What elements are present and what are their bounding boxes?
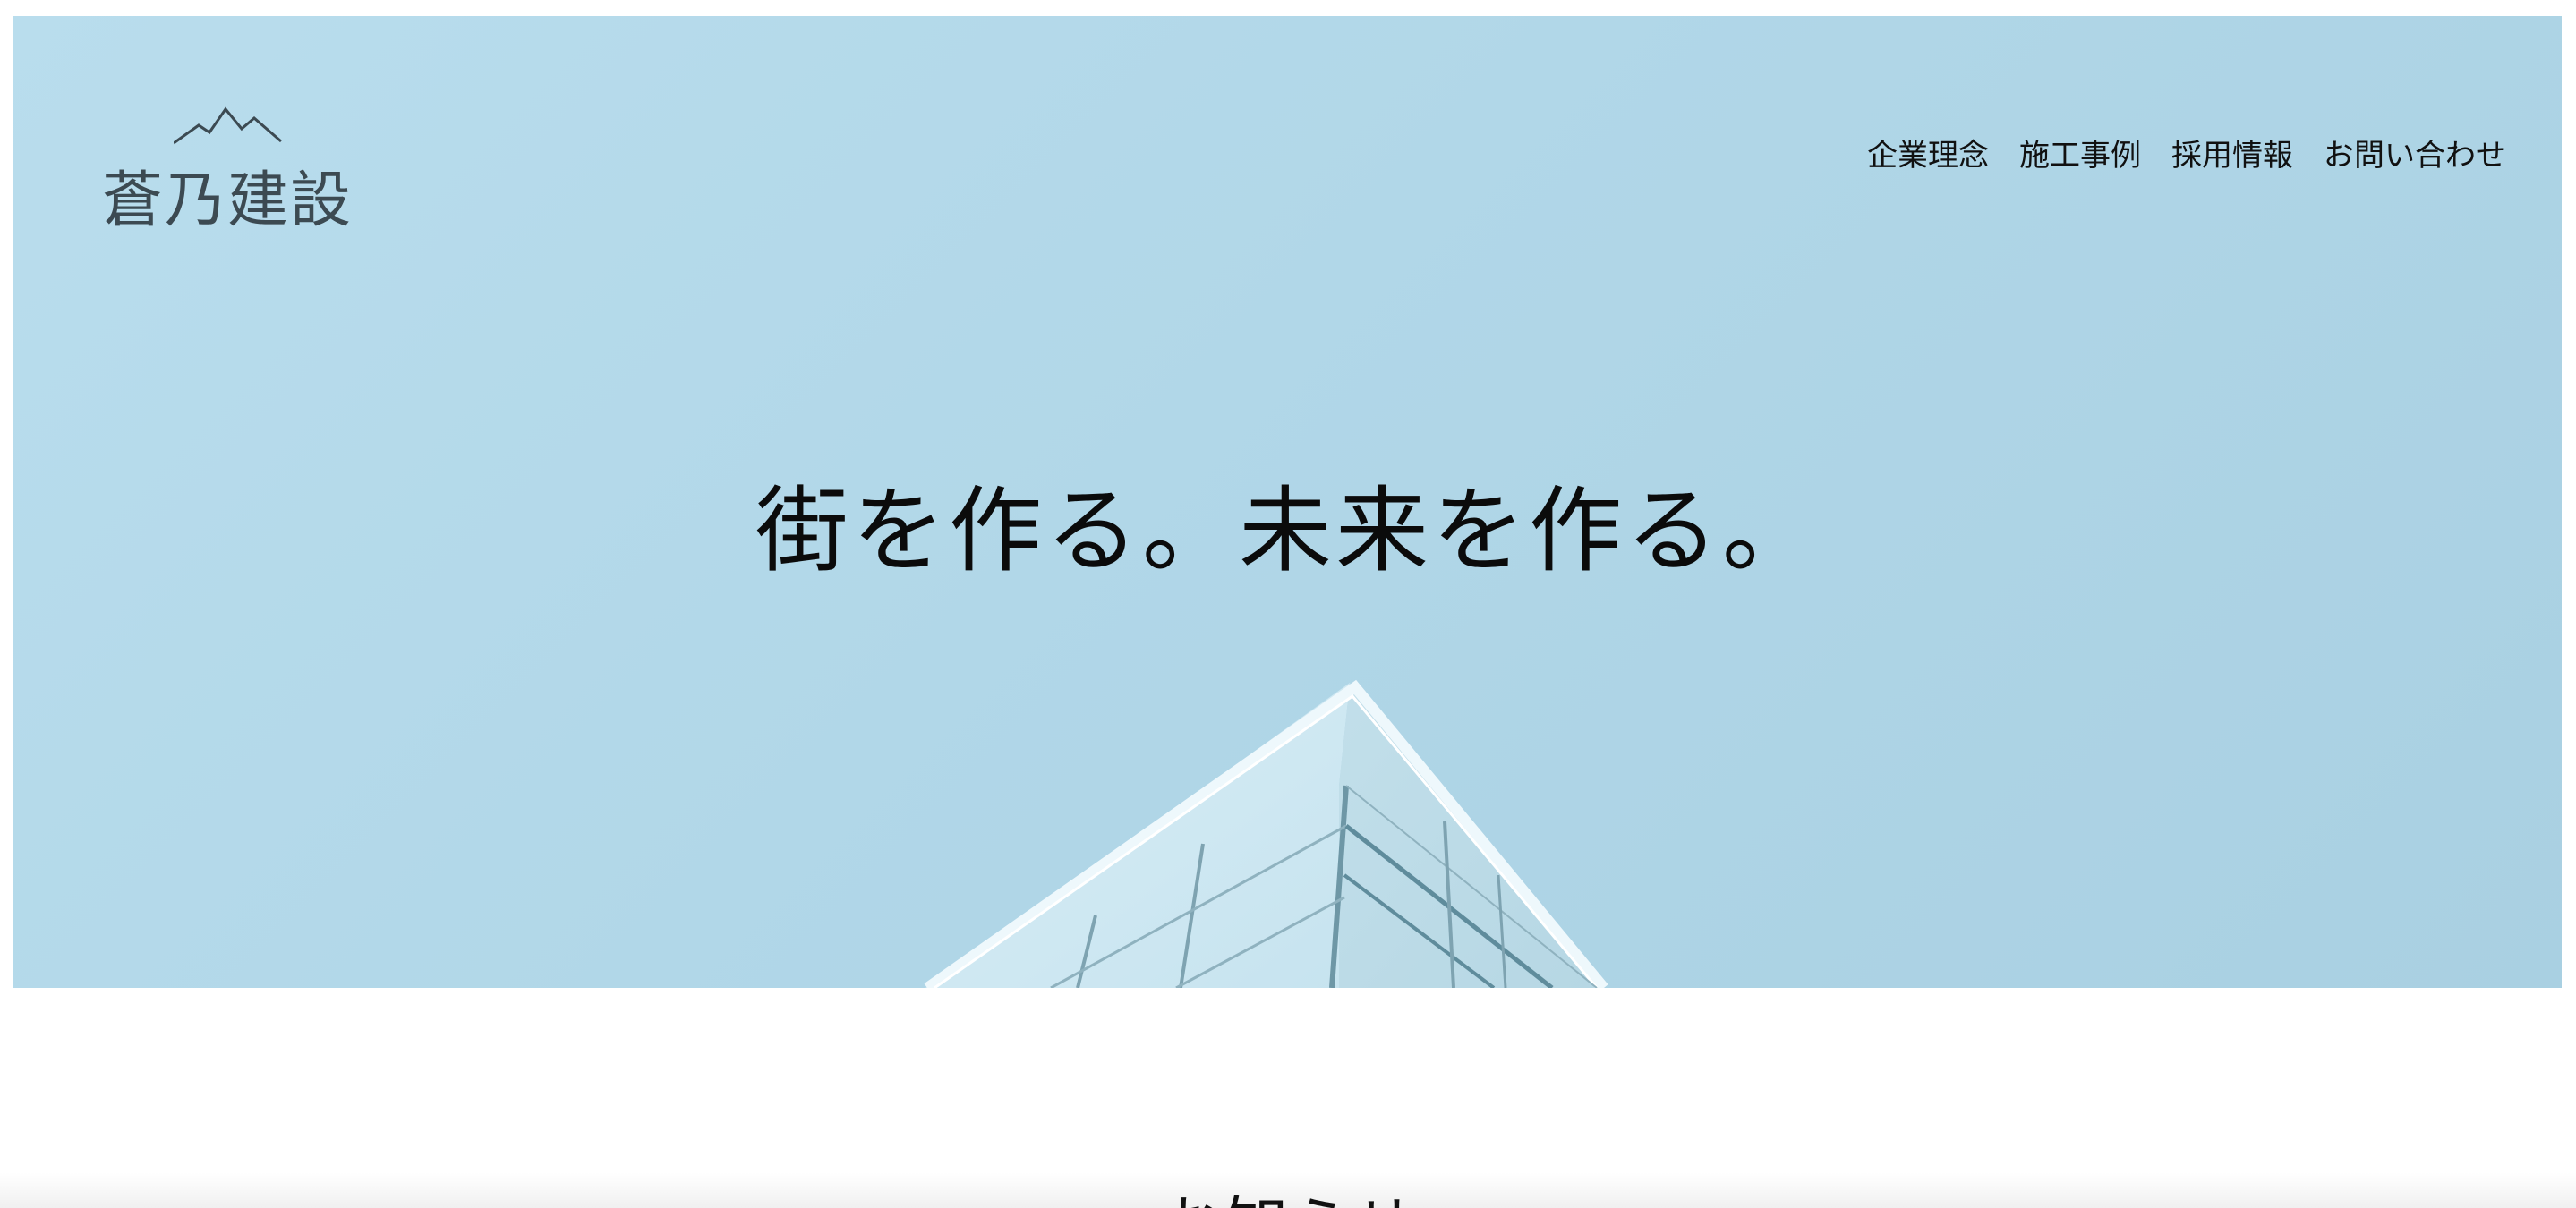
nav-item-philosophy[interactable]: 企業理念 [1867,131,1989,174]
page: 蒼乃建設 企業理念 施工事例 採用情報 お問い合わせ 街を作る。未来を作る。 お… [0,0,2576,1208]
brand-logo[interactable]: 蒼乃建設 [102,106,353,236]
main-nav: 企業理念 施工事例 採用情報 お問い合わせ [1867,131,2506,174]
news-section-title: お知らせ [0,1174,2576,1208]
nav-item-contact[interactable]: お問い合わせ [2324,131,2506,174]
hero-section: 蒼乃建設 企業理念 施工事例 採用情報 お問い合わせ 街を作る。未来を作る。 [13,16,2562,988]
brand-name: 蒼乃建設 [102,166,354,236]
nav-item-works[interactable]: 施工事例 [2019,131,2141,174]
hero-tagline: 街を作る。未来を作る。 [755,476,1819,585]
nav-item-recruit[interactable]: 採用情報 [2171,131,2293,174]
